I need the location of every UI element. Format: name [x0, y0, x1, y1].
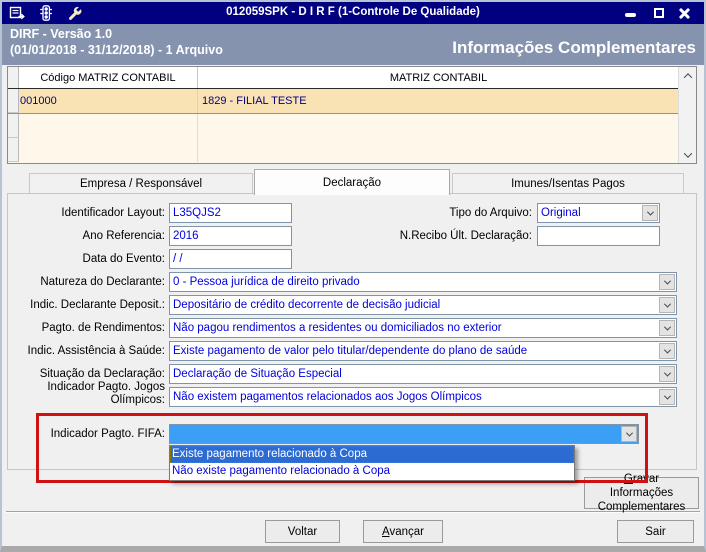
column-header-matriz[interactable]: MATRIZ CONTABIL [198, 67, 679, 88]
row-indicator-header [8, 67, 19, 88]
pagto-rendimentos-label: Pagto. de Rendimentos: [41, 322, 165, 334]
period-text: (01/01/2018 - 31/12/2018) - 1 Arquivo [10, 43, 223, 57]
tipo-arquivo-combobox[interactable]: Original [537, 203, 660, 223]
tab-empresa-responsavel[interactable]: Empresa / Responsável [29, 173, 253, 194]
indicador-pagto-jogos-combobox[interactable]: Não existem pagamentos relacionados aos … [169, 387, 677, 407]
tab-declaracao[interactable]: Declaração [254, 169, 450, 195]
chevron-down-icon[interactable] [659, 320, 675, 336]
gravar-informacoes-button[interactable]: Gravar Informações Complementares [584, 473, 699, 513]
window-title: 012059SPK - D I R F (1-Controle De Quali… [226, 6, 480, 18]
n-recibo-label: N.Recibo Últ. Declaração: [399, 230, 532, 242]
indic-assistencia-saude-label: Indic. Assistência à Saúde: [27, 345, 165, 357]
chevron-down-icon[interactable] [621, 426, 637, 442]
tab-imunes-isentas-pagos[interactable]: Imunes/Isentas Pagos [452, 173, 684, 194]
n-recibo-field[interactable] [537, 226, 660, 246]
page-title: Informações Complementares [452, 38, 696, 57]
identificador-layout-field[interactable]: L35QJS2 [169, 203, 292, 223]
wrench-icon[interactable] [66, 5, 84, 21]
tipo-arquivo-value: Original [541, 207, 581, 219]
traffic-light-icon[interactable] [37, 5, 55, 21]
column-header-codigo[interactable]: Código MATRIZ CONTABIL [19, 67, 198, 88]
chevron-down-icon[interactable] [659, 274, 675, 290]
table-row-selected[interactable]: 001000 1829 - FILIAL TESTE [8, 89, 679, 114]
minimize-icon[interactable] [623, 6, 638, 20]
data-evento-field[interactable]: / / [169, 249, 292, 269]
data-evento-label: Data do Evento: [82, 253, 165, 265]
header-band: DIRF - Versão 1.0 (01/01/2018 - 31/12/20… [2, 24, 704, 65]
table-row-empty[interactable] [8, 114, 679, 138]
ano-referencia-label: Ano Referencia: [82, 230, 165, 242]
app-window: 012059SPK - D I R F (1-Controle De Quali… [0, 0, 706, 552]
natureza-declarante-combobox[interactable]: 0 - Pessoa jurídica de direito privado [169, 272, 677, 292]
grid-scrollbar[interactable] [678, 67, 696, 163]
voltar-button[interactable]: Voltar [265, 520, 340, 543]
titlebar: 012059SPK - D I R F (1-Controle De Quali… [2, 2, 704, 24]
cell-matriz: 1829 - FILIAL TESTE [202, 95, 307, 107]
chevron-down-icon[interactable] [659, 366, 675, 382]
sair-button[interactable]: Sair [617, 520, 694, 543]
indic-declarante-deposit-label: Indic. Declarante Deposit.: [30, 299, 165, 311]
app-version-text: DIRF - Versão 1.0 [10, 27, 113, 41]
situacao-declaracao-combobox[interactable]: Declaração de Situação Especial [169, 364, 677, 384]
fifa-option-existe[interactable]: Existe pagamento relacionado à Copa [170, 446, 574, 463]
chevron-up-icon[interactable] [679, 67, 696, 84]
indicador-pagto-jogos-label: Indicador Pagto. Jogos Olímpicos: [47, 381, 165, 406]
fifa-option-nao-existe[interactable]: Não existe pagamento relacionado à Copa [170, 463, 574, 480]
avancar-button[interactable]: Avançar [363, 520, 443, 543]
maximize-icon[interactable] [651, 6, 666, 20]
bottom-separator [6, 511, 700, 513]
indicador-pagto-fifa-label: Indicador Pagto. FIFA: [50, 428, 165, 440]
matriz-grid: Código MATRIZ CONTABIL MATRIZ CONTABIL 0… [7, 66, 697, 164]
fifa-dropdown-list: Existe pagamento relacionado à Copa Não … [169, 445, 575, 481]
table-row-empty[interactable] [8, 138, 679, 162]
form-icon[interactable] [8, 5, 26, 21]
chevron-down-icon[interactable] [642, 205, 658, 221]
chevron-down-icon[interactable] [659, 389, 675, 405]
tab-strip: Empresa / Responsável Declaração Imunes/… [7, 168, 697, 195]
row-indicator [8, 89, 19, 113]
close-icon[interactable] [677, 6, 692, 20]
chevron-down-icon[interactable] [679, 146, 696, 163]
row-indicator [8, 138, 19, 162]
cell-codigo: 001000 [19, 89, 198, 113]
chevron-down-icon[interactable] [659, 343, 675, 359]
pagto-rendimentos-combobox[interactable]: Não pagou rendimentos a residentes ou do… [169, 318, 677, 338]
tipo-arquivo-label: Tipo do Arquivo: [449, 207, 532, 219]
natureza-declarante-label: Natureza do Declarante: [40, 276, 165, 288]
indicador-pagto-fifa-combobox[interactable] [169, 424, 639, 444]
identificador-layout-label: Identificador Layout: [61, 207, 165, 219]
indic-assistencia-saude-combobox[interactable]: Existe pagamento de valor pelo titular/d… [169, 341, 677, 361]
row-indicator [8, 114, 19, 138]
grid-header-row: Código MATRIZ CONTABIL MATRIZ CONTABIL [8, 67, 679, 89]
indic-declarante-deposit-combobox[interactable]: Depositário de crédito decorrente de dec… [169, 295, 677, 315]
chevron-down-icon[interactable] [659, 297, 675, 313]
ano-referencia-field[interactable]: 2016 [169, 226, 292, 246]
